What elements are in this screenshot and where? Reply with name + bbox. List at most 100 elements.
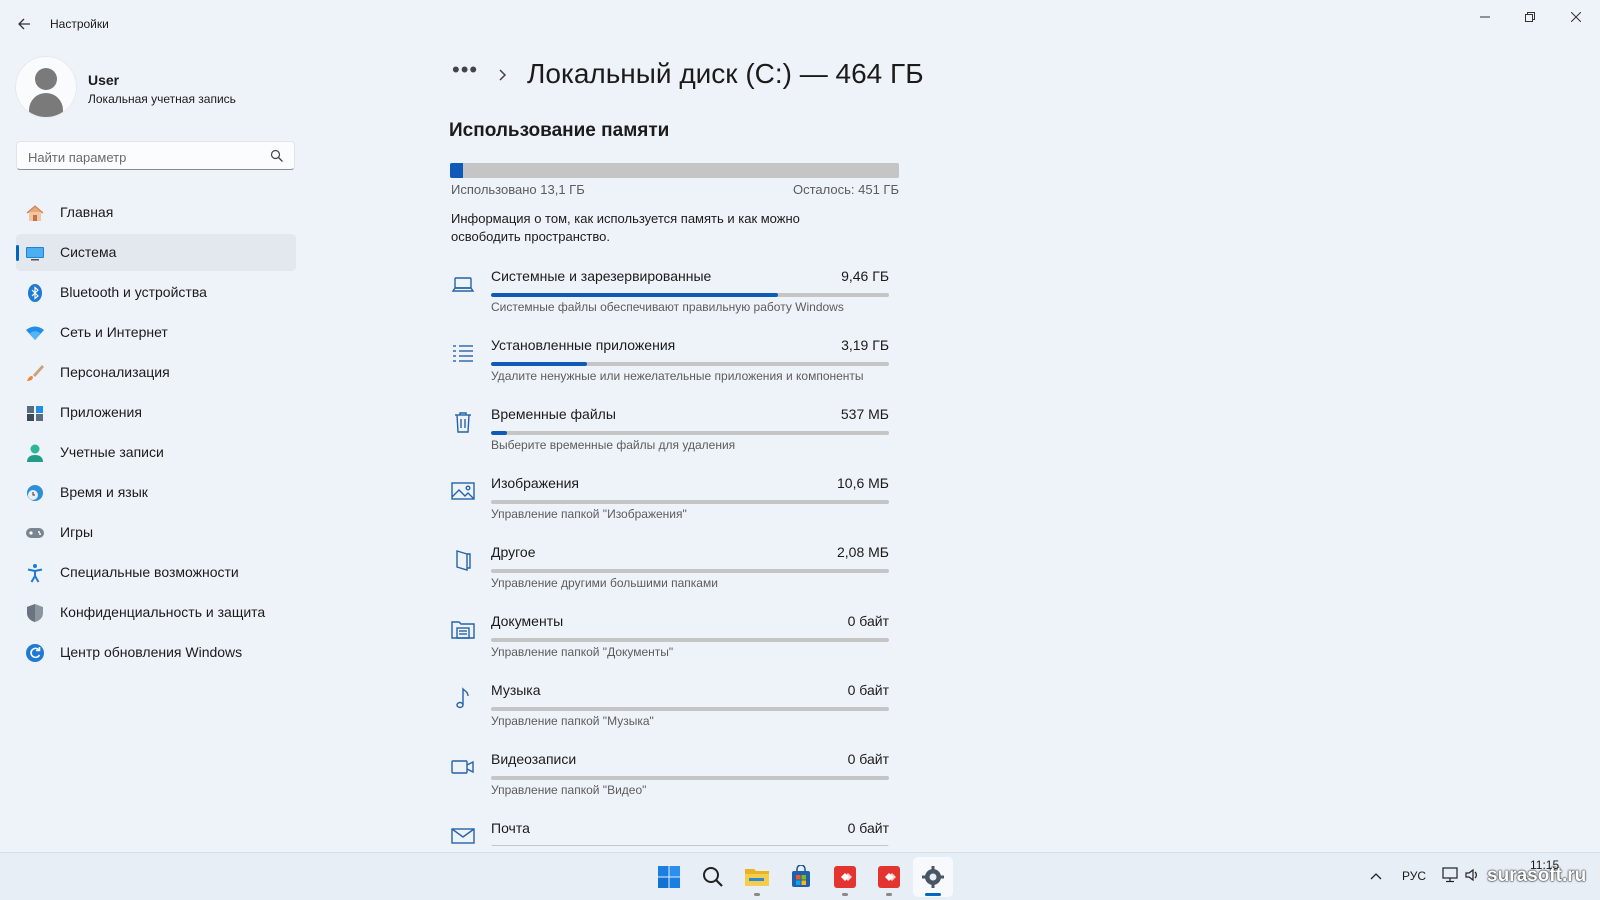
chevron-right-icon (499, 69, 507, 81)
sidebar-item-time-language[interactable]: Время и язык (16, 474, 296, 511)
category-description: Управление папкой "Документы" (491, 645, 674, 659)
accessibility-icon (25, 563, 45, 583)
category-description: Выберите временные файлы для удаления (491, 438, 736, 452)
category-usage-bar (491, 845, 889, 846)
close-button[interactable] (1556, 6, 1596, 28)
taskbar-settings[interactable] (913, 857, 953, 897)
sidebar-item-accessibility[interactable]: Специальные возможности (16, 554, 296, 591)
category-temp-files[interactable]: Временные файлы 537 МБ Выберите временны… (449, 404, 889, 473)
category-name: Временные файлы (491, 406, 616, 422)
music-icon (449, 684, 477, 712)
category-usage-bar (491, 638, 889, 642)
category-mail[interactable]: Почта 0 байт (449, 818, 889, 846)
chevron-up-icon (1370, 873, 1382, 880)
category-documents[interactable]: Документы 0 байт Управление папкой "Доку… (449, 611, 889, 680)
back-button[interactable] (12, 12, 36, 36)
video-icon (449, 753, 477, 781)
sidebar-item-apps[interactable]: Приложения (16, 394, 296, 431)
sidebar-item-label: Приложения (60, 404, 142, 420)
store-icon (792, 865, 810, 887)
sidebar-item-bluetooth[interactable]: Bluetooth и устройства (16, 274, 296, 311)
taskbar-store[interactable] (781, 857, 821, 897)
accounts-icon (25, 443, 45, 463)
restore-button[interactable] (1510, 6, 1550, 28)
picture-icon (449, 477, 477, 505)
search-icon[interactable] (270, 149, 284, 163)
network-status[interactable] (1442, 866, 1460, 889)
free-space-label: Осталось: 451 ГБ (793, 182, 899, 197)
category-name: Другое (491, 544, 536, 560)
taskbar-file-explorer[interactable] (737, 857, 777, 897)
category-name: Музыка (491, 682, 541, 698)
category-usage-fill (491, 431, 507, 435)
running-indicator (925, 893, 941, 896)
sidebar-item-label: Игры (60, 524, 94, 540)
sidebar-item-network[interactable]: Сеть и Интернет (16, 314, 296, 351)
bluetooth-icon (25, 283, 45, 303)
folder-other-icon (449, 546, 477, 574)
taskbar-start-button[interactable] (649, 857, 689, 897)
category-usage-bar (491, 776, 889, 780)
running-indicator (842, 893, 848, 896)
restore-icon (1525, 12, 1535, 22)
gamepad-icon (25, 523, 45, 543)
documents-icon (449, 615, 477, 643)
category-system-reserved[interactable]: Системные и зарезервированные 9,46 ГБ Си… (449, 266, 889, 335)
storage-usage-fill (450, 163, 463, 178)
system-icon (25, 243, 45, 263)
network-icon (1442, 867, 1458, 883)
category-description: Управление папкой "Музыка" (491, 714, 654, 728)
used-space-label: Использовано 13,1 ГБ (451, 182, 585, 197)
category-name: Установленные приложения (491, 337, 676, 353)
minimize-button[interactable] (1465, 6, 1505, 28)
category-size: 10,6 МБ (837, 475, 889, 491)
clock-time[interactable]: 11:15 (1530, 858, 1559, 872)
sidebar-item-system[interactable]: Система (16, 234, 296, 271)
shield-icon (25, 603, 45, 623)
start-icon (658, 866, 680, 888)
section-title: Использование памяти (449, 120, 670, 141)
running-indicator (754, 893, 760, 896)
page-title: Локальный диск (C:) — 464 ГБ (527, 58, 924, 89)
tray-show-hidden-button[interactable] (1366, 866, 1386, 886)
category-videos[interactable]: Видеозаписи 0 байт Управление папкой "Ви… (449, 749, 889, 818)
category-name: Почта (491, 820, 530, 836)
storage-usage-bar (450, 163, 899, 178)
sidebar-item-accounts[interactable]: Учетные записи (16, 434, 296, 471)
category-description: Системные файлы обеспечивают правильную … (491, 300, 844, 314)
close-icon (1571, 12, 1581, 22)
taskbar: РУС surasoft.ru 11:15 (0, 852, 1600, 900)
category-music[interactable]: Музыка 0 байт Управление папкой "Музыка" (449, 680, 889, 749)
category-other[interactable]: Другое 2,08 МБ Управление другими больши… (449, 542, 889, 611)
sidebar-item-label: Главная (60, 204, 114, 220)
sidebar-item-personalization[interactable]: Персонализация (16, 354, 296, 391)
sidebar-item-windows-update[interactable]: Центр обновления Windows (16, 634, 296, 671)
search-input[interactable] (26, 147, 266, 167)
sidebar-item-home[interactable]: Главная (16, 194, 296, 231)
taskbar-anydesk[interactable] (825, 857, 865, 897)
sidebar-item-label: Конфиденциальность и защита (60, 604, 266, 620)
list-icon (449, 339, 477, 367)
taskbar-anydesk-2[interactable] (869, 857, 909, 897)
taskbar-search-button[interactable] (693, 857, 733, 897)
category-usage-bar (491, 500, 889, 504)
settings-icon (922, 866, 944, 888)
sidebar-item-label: Центр обновления Windows (60, 644, 243, 660)
category-name: Изображения (491, 475, 579, 491)
app-title: Настройки (50, 17, 109, 31)
user-name: User (88, 72, 120, 88)
input-language[interactable]: РУС (1402, 869, 1426, 883)
sidebar-item-label: Учетные записи (60, 444, 164, 460)
category-installed-apps[interactable]: Установленные приложения 3,19 ГБ Удалите… (449, 335, 889, 404)
volume-control[interactable] (1464, 866, 1482, 889)
anydesk-icon (834, 866, 856, 888)
sidebar-item-privacy[interactable]: Конфиденциальность и защита (16, 594, 296, 631)
sidebar-item-label: Персонализация (60, 364, 170, 380)
file-explorer-icon (745, 869, 769, 886)
breadcrumb-more-button[interactable]: ••• (452, 56, 484, 92)
category-description: Управление другими большими папками (491, 576, 718, 590)
category-size: 0 байт (847, 820, 889, 836)
sidebar-item-gaming[interactable]: Игры (16, 514, 296, 551)
category-pictures[interactable]: Изображения 10,6 МБ Управление папкой "И… (449, 473, 889, 542)
category-usage-bar (491, 431, 889, 435)
